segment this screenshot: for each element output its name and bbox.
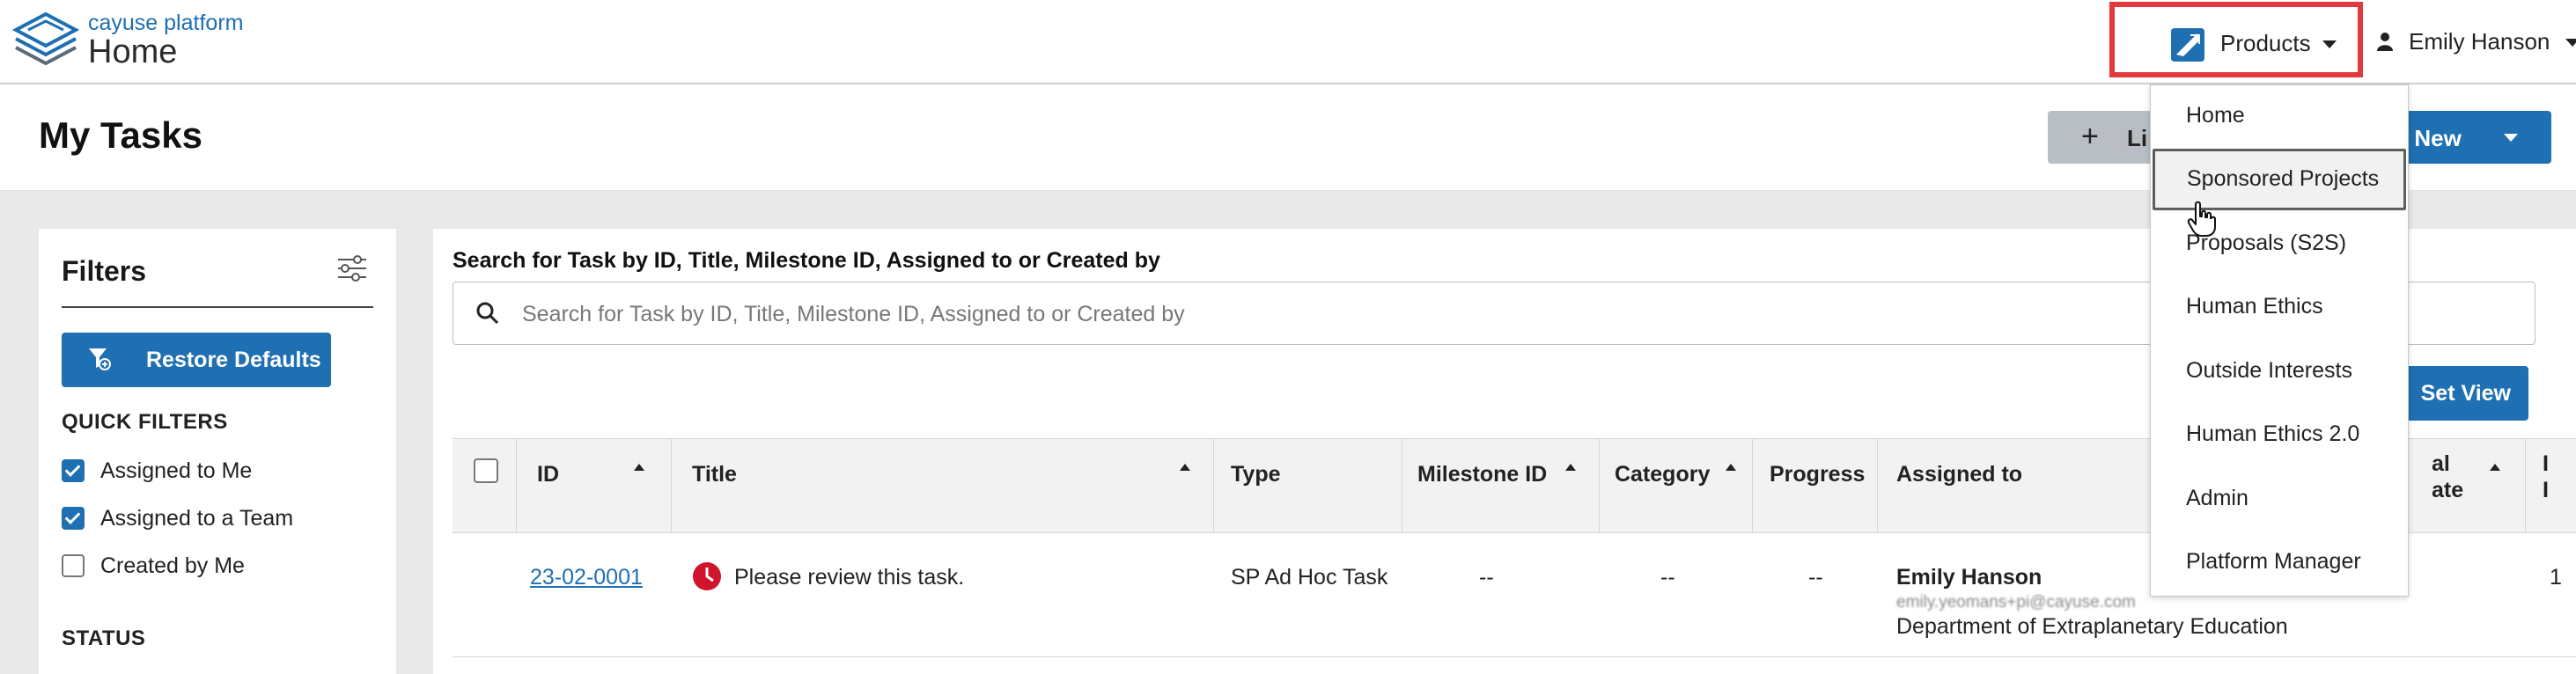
filters-divider (62, 306, 373, 308)
menu-item-human-ethics[interactable]: Human Ethics (2151, 276, 2408, 338)
filters-panel: Filters Restore Defaults QUICK FILTERS A… (39, 229, 396, 674)
menu-item-admin[interactable]: Admin (2151, 468, 2408, 530)
filter-label: Created by Me (100, 553, 245, 578)
assignee-email: emily.yeomans+pi@cayuse.com (1896, 593, 2136, 612)
column-header-partial-line2[interactable]: ate (2432, 478, 2463, 503)
sort-icon[interactable] (2490, 464, 2500, 471)
menu-item-platform-manager[interactable]: Platform Manager (2151, 531, 2408, 593)
column-header-partial-edge-line1[interactable]: I (2543, 451, 2549, 477)
cayuse-logo-icon[interactable] (11, 9, 81, 72)
filter-label: Assigned to a Team (100, 506, 294, 531)
menu-item-home[interactable]: Home (2151, 85, 2408, 147)
column-header-progress[interactable]: Progress (1770, 462, 1865, 487)
column-divider (1877, 439, 1878, 532)
column-divider (516, 439, 517, 532)
sort-icon[interactable] (1180, 464, 1190, 471)
top-bar: cayuse platform Home Products Emily Hans… (0, 0, 2576, 84)
menu-item-label: Outside Interests (2186, 358, 2352, 383)
column-header-type[interactable]: Type (1231, 462, 1281, 487)
sort-icon[interactable] (1565, 464, 1576, 471)
column-header-partial-edge-line2[interactable]: I (2543, 478, 2549, 503)
menu-item-proposals-s2s[interactable]: Proposals (S2S) (2151, 213, 2408, 275)
search-label: Search for Task by ID, Title, Milestone … (453, 248, 1160, 273)
column-divider (1599, 439, 1600, 532)
column-header-partial-line1[interactable]: al (2432, 451, 2450, 477)
column-divider (1213, 439, 1214, 532)
column-header-assigned-to[interactable]: Assigned to (1896, 462, 2022, 487)
task-milestone-id: -- (1479, 565, 1494, 590)
row-trailing-cell: 1 (2550, 565, 2562, 590)
menu-item-label: Admin (2186, 486, 2248, 510)
menu-item-sponsored-projects[interactable]: Sponsored Projects (2153, 149, 2406, 210)
column-divider (2525, 439, 2526, 532)
menu-item-label: Sponsored Projects (2187, 166, 2380, 191)
task-id-link[interactable]: 23-02-0001 (530, 565, 643, 590)
filter-label: Assigned to Me (100, 458, 253, 483)
task-category: -- (1660, 565, 1675, 590)
menu-item-human-ethics-2[interactable]: Human Ethics 2.0 (2151, 404, 2408, 465)
page-title: My Tasks (39, 114, 202, 156)
task-title: Please review this task. (734, 565, 965, 590)
assignee-name: Emily Hanson (1896, 565, 2042, 590)
select-all-checkbox[interactable] (474, 458, 498, 483)
menu-item-label: Human Ethics 2.0 (2186, 421, 2360, 446)
set-view-label: Set View (2420, 381, 2511, 406)
column-header-title[interactable]: Title (692, 462, 737, 487)
set-view-button[interactable]: Set View (2402, 366, 2528, 421)
link-button-label: Li (2127, 125, 2148, 151)
task-type: SP Ad Hoc Task (1231, 565, 1388, 590)
app-title: Home (88, 33, 178, 70)
brand-name: cayuse platform (88, 11, 244, 35)
column-header-id[interactable]: ID (537, 462, 559, 487)
column-divider (671, 439, 672, 532)
chevron-down-icon (2565, 39, 2576, 47)
restore-defaults-button[interactable]: Restore Defaults (62, 333, 331, 387)
menu-item-label: Home (2186, 103, 2245, 128)
sliders-icon[interactable] (336, 255, 368, 282)
highlight-annotation (2109, 2, 2363, 77)
sort-icon[interactable] (1726, 464, 1736, 471)
products-dropdown-menu: Home Sponsored Projects Proposals (S2S) … (2150, 84, 2409, 597)
column-divider (1752, 439, 1753, 532)
assignee-department: Department of Extraplanetary Education (1896, 614, 2288, 639)
column-header-category[interactable]: Category (1615, 462, 1710, 487)
clock-icon (693, 562, 721, 590)
checkbox-checked[interactable] (62, 507, 85, 530)
search-icon (476, 302, 499, 325)
status-heading: STATUS (62, 626, 146, 650)
user-name: Emily Hanson (2409, 28, 2550, 55)
menu-item-label: Platform Manager (2186, 549, 2361, 574)
menu-item-label: Human Ethics (2186, 294, 2323, 319)
menu-item-label: Proposals (S2S) (2186, 231, 2347, 255)
chevron-down-icon (2504, 134, 2518, 142)
restore-defaults-label: Restore Defaults (146, 348, 321, 372)
menu-item-outside-interests[interactable]: Outside Interests (2151, 341, 2408, 402)
checkbox-unchecked[interactable] (62, 554, 85, 577)
filter-reset-icon (89, 348, 111, 370)
person-icon (2377, 33, 2393, 51)
column-header-milestone-id[interactable]: Milestone ID (1417, 462, 1547, 487)
checkbox-checked[interactable] (62, 459, 85, 482)
filters-title: Filters (62, 255, 147, 287)
plus-icon: + (2081, 120, 2099, 153)
task-progress: -- (1808, 565, 1823, 590)
quick-filters-heading: QUICK FILTERS (62, 410, 228, 434)
sort-icon[interactable] (634, 464, 644, 471)
